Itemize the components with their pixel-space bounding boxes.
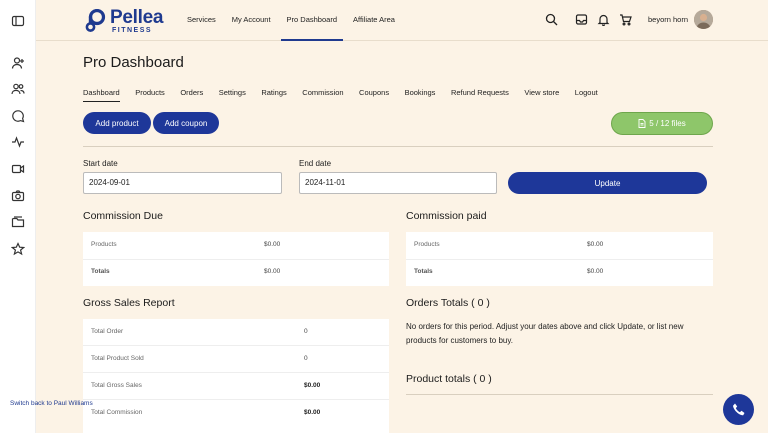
tab-bookings[interactable]: Bookings [405,88,436,102]
user-plus-icon[interactable] [11,56,25,70]
brand-sub: FITNESS [112,27,153,34]
product-totals-title: Product totals ( 0 ) [406,373,492,385]
panel-icon[interactable] [11,14,25,28]
commission-due-card: Products $0.00 Totals $0.00 [83,232,389,286]
add-product-button[interactable]: Add product [83,112,151,134]
switch-back-link[interactable]: Switch back to Paul Williams [10,400,93,407]
divider [406,394,713,395]
activity-icon[interactable] [11,135,25,149]
row-label: Total Commission [91,409,143,416]
row-value: $0.00 [264,241,281,248]
row-label: Total Product Sold [91,355,144,362]
row-value: 0 [304,355,308,362]
files-quota-label: 5 / 12 files [649,119,686,128]
inbox-icon[interactable] [575,13,588,26]
end-date-label: End date [299,159,332,168]
folder-icon[interactable] [11,215,25,229]
star-icon[interactable] [11,242,25,256]
add-coupon-button[interactable]: Add coupon [153,112,219,134]
phone-icon [732,403,744,415]
files-quota-button[interactable]: 5 / 12 files [611,112,713,135]
tab-refund-requests[interactable]: Refund Requests [451,88,509,102]
tab-logout[interactable]: Logout [575,88,598,102]
page-title: Pro Dashboard [83,54,184,71]
users-icon[interactable] [11,82,25,96]
row-value: $0.00 [304,409,321,416]
row-value: $0.00 [587,268,604,275]
main-nav: Services My Account Pro Dashboard Affili… [187,0,411,41]
orders-totals-title: Orders Totals ( 0 ) [406,297,490,309]
divider [83,146,713,147]
start-date-label: Start date [83,159,118,168]
commission-paid-title: Commission paid [406,210,487,222]
nav-affiliate-area[interactable]: Affiliate Area [353,0,395,41]
commission-paid-card: Products $0.00 Totals $0.00 [406,232,713,286]
dashboard-tabs: Dashboard Products Orders Settings Ratin… [83,88,613,102]
gross-sales-title: Gross Sales Report [83,297,175,309]
row-label: Products [91,241,117,248]
row-label: Total Gross Sales [91,382,142,389]
camera-icon[interactable] [11,189,25,203]
row-label: Products [414,241,440,248]
end-date-input[interactable]: 2024-11-01 [299,172,497,194]
orders-empty-message: No orders for this period. Adjust your d… [406,322,684,345]
user-name[interactable]: beyorn horn [648,15,688,24]
brand-name: Pellea [110,7,164,28]
row-value: 0 [304,328,308,335]
row-value: $0.00 [587,241,604,248]
commission-due-title: Commission Due [83,210,163,222]
row-value: $0.00 [264,268,281,275]
logo-mark-icon [85,9,106,32]
tab-products[interactable]: Products [135,88,165,102]
row-label: Total Order [91,328,124,335]
brand-logo[interactable]: Pellea FITNESS [84,8,163,34]
tab-coupons[interactable]: Coupons [359,88,389,102]
tab-ratings[interactable]: Ratings [261,88,286,102]
tab-dashboard[interactable]: Dashboard [83,88,120,102]
row-label: Totals [91,268,110,275]
icon-sidebar [0,0,36,433]
cart-icon[interactable] [619,13,632,26]
nav-my-account[interactable]: My Account [232,0,271,41]
row-value: $0.00 [304,382,321,389]
nav-services[interactable]: Services [187,0,216,41]
video-icon[interactable] [11,162,25,176]
file-icon [638,119,646,128]
chat-icon[interactable] [11,109,25,123]
call-button[interactable] [723,394,754,425]
search-icon[interactable] [545,13,558,26]
avatar[interactable] [694,10,713,29]
row-label: Totals [414,268,433,275]
tab-commission[interactable]: Commission [302,88,343,102]
tab-settings[interactable]: Settings [219,88,246,102]
start-date-input[interactable]: 2024-09-01 [83,172,282,194]
tab-orders[interactable]: Orders [180,88,203,102]
bell-icon[interactable] [597,13,610,26]
top-bar: Pellea FITNESS Services My Account Pro D… [36,0,768,41]
nav-pro-dashboard[interactable]: Pro Dashboard [280,0,343,41]
update-button[interactable]: Update [508,172,707,194]
tab-view-store[interactable]: View store [524,88,559,102]
gross-sales-card: Total Order 0 Total Product Sold 0 Total… [83,319,389,433]
